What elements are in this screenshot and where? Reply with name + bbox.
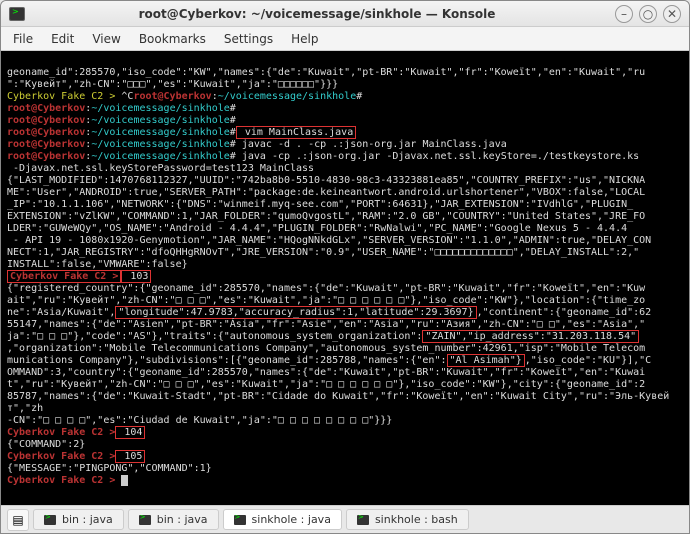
maximize-button[interactable]: ○ — [639, 5, 657, 23]
prompt-user: root@Cyberkov — [7, 127, 85, 138]
output-line: {"LAST_MODIFIED":1470768112327,"UUID":"7… — [7, 175, 645, 186]
output-line: - API 19 - 1080x1920-Genymotion","JAR_NA… — [7, 235, 651, 246]
app-icon — [9, 7, 25, 21]
output-line: ,"organization":"Mobile Telecommunicatio… — [7, 343, 645, 354]
output-line: {"COMMAND":2} — [7, 439, 85, 450]
menubar: File Edit View Bookmarks Settings Help — [1, 27, 689, 51]
location-coords: "longitude":47.9783,"accuracy_radius":1,… — [115, 306, 476, 319]
terminal-icon — [234, 515, 246, 525]
output-line: ait","ru":"Кувейт","zh-CN":"□ □ □","es":… — [7, 295, 645, 306]
tab-sinkhole-java[interactable]: sinkhole : java — [223, 509, 342, 530]
output-line: ":"Кувейт","zh-CN":"□□□","es":"Kuwait","… — [7, 79, 338, 90]
output-line: {"registered_country":{"geoname_id":2855… — [7, 283, 645, 294]
prompt-fake-c2: Cyberkov Fake C2 > — [7, 91, 121, 102]
prompt-user: root@Cyberkov — [7, 139, 85, 150]
output-line: OMMAND":3,"country":{"geoname_id":285570… — [7, 367, 645, 378]
tabbar: ▤ bin : java bin : java sinkhole : java … — [1, 505, 689, 533]
menu-bookmarks[interactable]: Bookmarks — [139, 32, 206, 46]
al-asimah: "Al Asimah"} — [447, 354, 525, 367]
output-line: 85787,"names":{"de":"Kuwait-Stadt","pt-B… — [7, 391, 669, 414]
output-line: LDER":"GUWeWQy","OS_NAME":"Android - 4.4… — [7, 223, 627, 234]
menu-settings[interactable]: Settings — [224, 32, 273, 46]
output-line: INSTALL":false,"VMWARE":false} — [7, 259, 188, 270]
cmd-java-cont: -Djavax.net.ssl.keyStorePassword=test123… — [7, 163, 314, 174]
output-line: ja":"□ □ □"},"code":"AS"},"traits":{"aut… — [7, 331, 422, 342]
tab-label: sinkhole : bash — [375, 513, 458, 526]
terminal-icon — [357, 515, 369, 525]
terminal-icon — [44, 515, 56, 525]
new-tab-icon: ▤ — [12, 513, 23, 527]
menu-edit[interactable]: Edit — [51, 32, 74, 46]
prompt-fake-c2: Cyberkov Fake C2 > — [7, 427, 115, 438]
output-line: NECT":1,"JAR_REGISTRY":"dfoQHHgRNOvT","J… — [7, 247, 639, 258]
window-title: root@Cyberkov: ~/voicemessage/sinkhole —… — [25, 7, 609, 21]
prompt-path: ~/voicemessage/sinkhole — [91, 115, 229, 126]
output-line: 55147,"names":{"de":"Asien","pt-BR":"Ási… — [7, 319, 645, 330]
output-line: t","ru":"Кувейт","zh-CN":"□ □ □","es":"K… — [7, 379, 645, 390]
prompt-fake-c2: Cyberkov Fake C2 > — [7, 451, 115, 462]
tab-label: sinkhole : java — [252, 513, 331, 526]
counter-103: 103 — [121, 270, 151, 283]
prompt-user: root@Cyberkov — [7, 115, 85, 126]
output-line: ME":"User","ANDROID":true,"SERVER_PATH":… — [7, 187, 645, 198]
ip-address: "ZAIN","ip_address":"31.203.118.54" — [422, 330, 639, 343]
tab-bin-java-1[interactable]: bin : java — [33, 509, 124, 530]
output-line: -CN":"□ □ □ □","es":"Ciudad de Kuwait","… — [7, 415, 392, 426]
terminal-icon — [139, 515, 151, 525]
cmd-vim: vim MainClass.java — [236, 126, 356, 139]
output-line: _IP":"10.1.1.106","NETWORK":{"DNS":"winm… — [7, 199, 633, 210]
prompt-user: root@Cyberkov — [7, 103, 85, 114]
menu-view[interactable]: View — [92, 32, 120, 46]
prompt-path: ~/voicemessage/sinkhole — [91, 127, 229, 138]
prompt-fake-c2: Cyberkov Fake C2 > — [7, 475, 115, 486]
prompt-path: ~/voicemessage/sinkhole — [218, 91, 356, 102]
titlebar: root@Cyberkov: ~/voicemessage/sinkhole —… — [1, 1, 689, 27]
prompt-path: ~/voicemessage/sinkhole — [91, 103, 229, 114]
counter-105: 105 — [115, 450, 145, 463]
output-line: {"MESSAGE":"PINGPONG","COMMAND":1} — [7, 463, 212, 474]
tab-label: bin : java — [62, 513, 113, 526]
tab-label: bin : java — [157, 513, 208, 526]
minimize-button[interactable]: – — [615, 5, 633, 23]
output-line: ne":"Asia/Kuwait", — [7, 307, 115, 318]
menu-file[interactable]: File — [13, 32, 33, 46]
output-line: geoname_id":285570,"iso_code":"KW","name… — [7, 67, 645, 78]
close-button[interactable]: ✕ — [663, 5, 681, 23]
prompt-fake-c2: Cyberkov Fake C2 > — [7, 270, 121, 283]
cmd-java: # java -cp .:json-org.jar -Djavax.net.ss… — [230, 151, 639, 162]
prompt-user: root@Cyberkov — [133, 91, 211, 102]
prompt-user: root@Cyberkov — [7, 151, 85, 162]
terminal-output[interactable]: geoname_id":285570,"iso_code":"KW","name… — [1, 51, 689, 505]
prompt-path: ~/voicemessage/sinkhole — [91, 139, 229, 150]
cursor — [121, 475, 128, 486]
cmd-javac: # javac -d . -cp .:json-org.jar MainClas… — [230, 139, 507, 150]
output-line: munications Company"},"subdivisions":[{"… — [7, 355, 447, 366]
counter-104: 104 — [115, 426, 145, 439]
tab-sinkhole-bash[interactable]: sinkhole : bash — [346, 509, 469, 530]
prompt-path: ~/voicemessage/sinkhole — [91, 151, 229, 162]
ctrl-c: ^C — [121, 91, 133, 102]
output-line: EXTENSION":"vZlKW","COMMAND":1,"JAR_FOLD… — [7, 211, 645, 222]
new-tab-button[interactable]: ▤ — [7, 509, 29, 531]
konsole-window: root@Cyberkov: ~/voicemessage/sinkhole —… — [0, 0, 690, 534]
tab-bin-java-2[interactable]: bin : java — [128, 509, 219, 530]
menu-help[interactable]: Help — [291, 32, 318, 46]
